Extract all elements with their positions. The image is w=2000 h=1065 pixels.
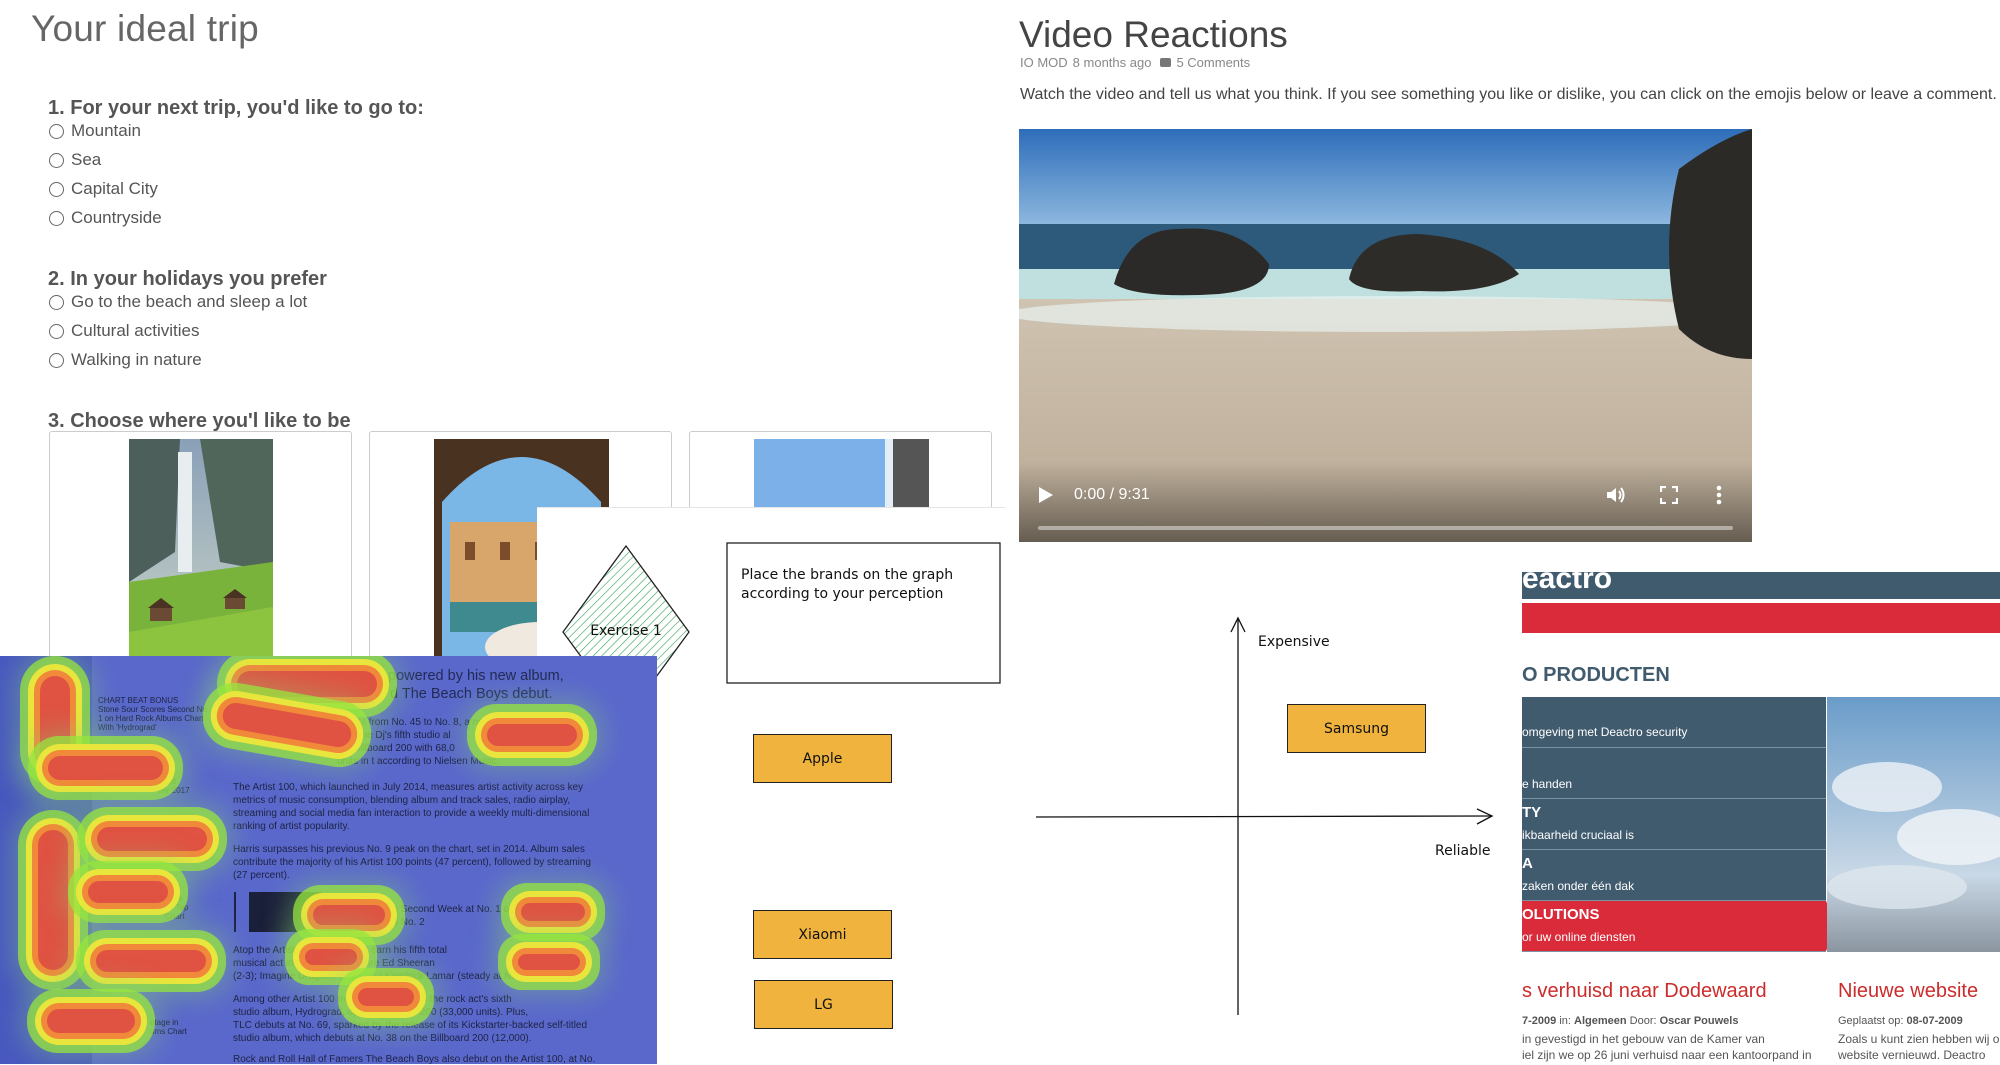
- heat-spot: [487, 724, 577, 746]
- option-walking[interactable]: Walking in nature: [49, 350, 202, 370]
- products-heading: O PRODUCTEN: [1522, 664, 1670, 686]
- heat-spot: [237, 671, 377, 697]
- heat-spot: [38, 830, 68, 970]
- news-title-1[interactable]: s verhuisd naar Dodewaard: [1522, 980, 1767, 1003]
- x-axis-line: [1035, 815, 1493, 818]
- mountain-waterfall-image: [129, 439, 273, 682]
- deactro-header: eactro: [1522, 572, 2000, 599]
- video-author[interactable]: IO MOD: [1020, 55, 1068, 70]
- question-2-title: 2. In your holidays you prefer: [48, 268, 327, 290]
- news-meta-2: Geplaatst op: 08-07-2009: [1838, 1015, 1963, 1027]
- deactro-logo: eactro: [1522, 572, 1613, 595]
- heat-spot: [305, 949, 357, 965]
- heat-spot: [358, 988, 414, 1006]
- choice-card-mountain[interactable]: [49, 431, 352, 683]
- volume-icon[interactable]: [1605, 485, 1625, 505]
- radio-button[interactable]: [49, 181, 64, 197]
- video-progress-bar[interactable]: [1038, 526, 1733, 530]
- heat-spot: [40, 676, 70, 766]
- heat-spot: [47, 1009, 135, 1033]
- heat-spot: [220, 700, 354, 750]
- product-menu-item[interactable]: e handen: [1522, 748, 1826, 799]
- video-player[interactable]: 0:00 / 9:31: [1019, 129, 1752, 542]
- heat-spot: [521, 903, 585, 921]
- heat-spot: [88, 881, 168, 903]
- video-time: 0:00 / 9:31: [1074, 486, 1150, 503]
- article-para-5: Atop the Artist rebounds 3-1 to earn his…: [233, 945, 535, 982]
- exercise-label: Exercise 1: [590, 623, 662, 639]
- option-beach[interactable]: Go to the beach and sleep a lot: [49, 292, 307, 312]
- video-time-ago: 8 months ago: [1072, 55, 1152, 70]
- instruction-box: [726, 542, 1001, 684]
- brand-card-lg[interactable]: LG: [754, 980, 893, 1029]
- deactro-website: eactro O PRODUCTEN omgeving met Deactro …: [1522, 572, 2000, 1064]
- radio-button[interactable]: [49, 323, 64, 339]
- option-countryside[interactable]: Countryside: [49, 208, 162, 228]
- video-title: Video Reactions: [1019, 14, 1288, 55]
- fullscreen-icon[interactable]: [1660, 486, 1678, 504]
- radio-button[interactable]: [49, 152, 64, 168]
- news-title-2[interactable]: Nieuwe website: [1838, 980, 1978, 1003]
- deactro-nav-bar[interactable]: [1522, 603, 2000, 633]
- article-para-2: The Artist 100, which launched in July 2…: [233, 782, 590, 832]
- article-headline-line2: d The Beach Boys debut.: [390, 686, 553, 702]
- product-menu-item[interactable]: A zaken onder één dak: [1522, 850, 1826, 901]
- heat-spot: [48, 756, 163, 780]
- heat-spot: [97, 827, 207, 851]
- question-3-title: 3. Choose where you'l like to be: [48, 410, 351, 432]
- survey-title: Your ideal trip: [31, 8, 259, 49]
- radio-button[interactable]: [49, 210, 64, 226]
- news-body-1: in gevestigd in het gebouw van de Kamer …: [1522, 1032, 1812, 1062]
- article-headline-line1: powered by his new album,: [388, 668, 564, 684]
- product-menu-item[interactable]: TY ikbaarheid cruciaal is: [1522, 799, 1826, 850]
- news-meta-1: 7-2009 in: Algemeen Door: Oscar Pouwels: [1522, 1015, 1739, 1027]
- eye-tracking-heatmap: powered by his new album, d The Beach Bo…: [0, 656, 657, 1064]
- side-caption-2: & Ed Lead ear 2017: [158, 768, 190, 795]
- x-axis-label: Reliable: [1435, 843, 1491, 859]
- y-axis-label: Expensive: [1258, 634, 1330, 650]
- heat-spot: [313, 905, 385, 925]
- heat-spot: [518, 954, 580, 970]
- article-para-3: Harris surpasses his previous No. 9 peak…: [233, 844, 591, 881]
- sky-clouds-image: [1827, 697, 2000, 952]
- side-caption: CHART BEAT BONUS Stone Sour Scores Second…: [98, 696, 210, 732]
- brand-card-samsung[interactable]: Samsung: [1287, 704, 1426, 753]
- radio-button[interactable]: [49, 123, 64, 139]
- video-meta: IO MOD 8 months ago 5 Comments: [1020, 55, 1250, 70]
- more-options-icon[interactable]: [1716, 485, 1722, 505]
- article-para-4: s Second Week at No. 1 on Bil s No. 2: [393, 904, 529, 928]
- product-menu-item-active[interactable]: OLUTIONS or uw online diensten: [1522, 901, 1826, 952]
- perception-axes: [1035, 616, 1494, 1015]
- radio-button[interactable]: [49, 294, 64, 310]
- heat-spot: [96, 950, 206, 972]
- instruction-line-2: according to your perception: [741, 586, 944, 602]
- side-caption-3: Love ds Top Chart: [165, 894, 189, 921]
- news-body-2: Zoals u kunt zien hebben wij o website ve…: [1838, 1032, 2000, 1062]
- comment-icon: [1160, 58, 1172, 67]
- side-caption-4: ntage in ums Chart: [150, 1018, 187, 1036]
- option-cultural[interactable]: Cultural activities: [49, 321, 200, 341]
- article-para-7: Rock and Roll Hall of Famers The Beach B…: [233, 1054, 596, 1064]
- radio-button[interactable]: [49, 352, 64, 368]
- play-icon[interactable]: [1039, 487, 1053, 503]
- brand-card-apple[interactable]: Apple: [753, 734, 892, 783]
- video-description: Watch the video and tell us what you thi…: [1020, 86, 1997, 103]
- option-sea[interactable]: Sea: [49, 150, 101, 170]
- question-1-title: 1. For your next trip, you'd like to go …: [48, 97, 424, 119]
- brand-card-xiaomi[interactable]: Xiaomi: [753, 910, 892, 959]
- product-menu-item[interactable]: omgeving met Deactro security: [1522, 697, 1826, 748]
- comments-link[interactable]: 5 Comments: [1176, 55, 1250, 70]
- video-controls: 0:00 / 9:31: [1019, 462, 1752, 542]
- thumbnail-image: [249, 892, 321, 932]
- option-capital-city[interactable]: Capital City: [49, 179, 158, 199]
- option-mountain[interactable]: Mountain: [49, 121, 141, 141]
- quote-bar: [234, 892, 236, 932]
- instruction-line-1: Place the brands on the graph: [741, 567, 954, 583]
